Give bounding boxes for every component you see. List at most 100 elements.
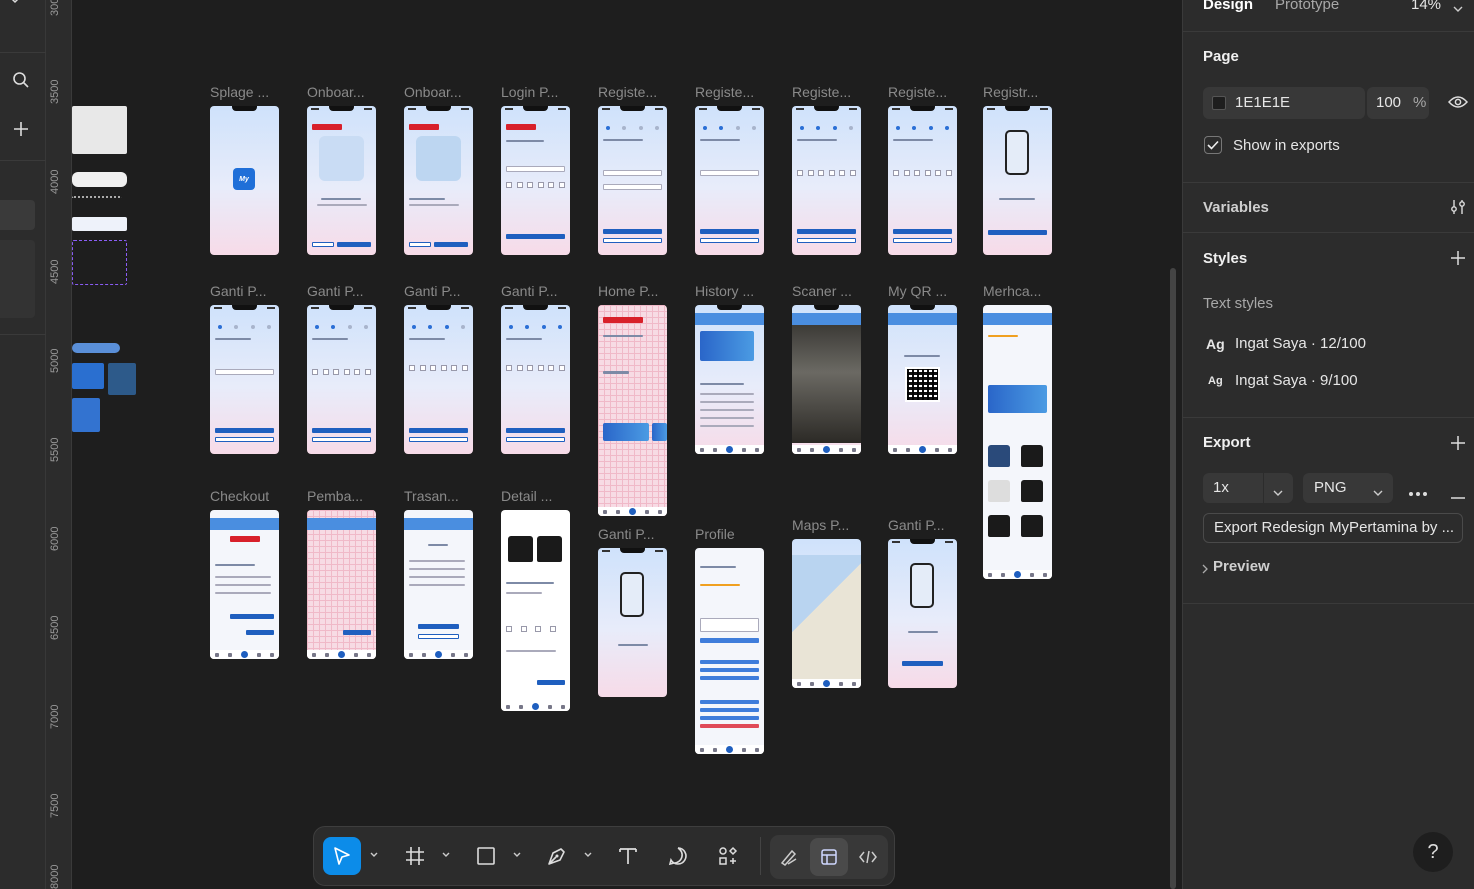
chevron-down-icon[interactable] xyxy=(9,0,23,8)
frame-label[interactable]: Ganti P... xyxy=(210,283,282,299)
layer-row[interactable] xyxy=(0,240,35,318)
frame-transaction[interactable] xyxy=(404,510,473,659)
component-navbar[interactable] xyxy=(72,172,127,187)
frame-label[interactable]: Registe... xyxy=(598,84,670,100)
frame-change-pin-4[interactable] xyxy=(501,305,570,454)
component-buttons[interactable] xyxy=(72,240,127,285)
export-scale-select[interactable]: 1x xyxy=(1203,473,1293,503)
frame-label[interactable]: Ganti P... xyxy=(307,283,379,299)
frame-label[interactable]: Login P... xyxy=(501,84,573,100)
frame-label[interactable]: Detail ... xyxy=(501,488,573,504)
actions-tool-icon[interactable] xyxy=(709,837,747,875)
frame-label[interactable]: Maps P... xyxy=(792,517,864,533)
design-mode-icon[interactable] xyxy=(810,838,848,876)
frame-register-3[interactable] xyxy=(792,106,861,255)
frame-profile[interactable] xyxy=(695,548,764,754)
component-stepper[interactable] xyxy=(72,196,122,206)
sliders-icon[interactable] xyxy=(1450,199,1466,220)
chevron-down-icon[interactable] xyxy=(1453,0,1463,18)
text-style-item[interactable]: Ag Ingat Saya · 12/100 xyxy=(1203,333,1455,357)
frame-label[interactable]: Profile xyxy=(695,526,767,542)
frame-change-pin-1[interactable] xyxy=(210,305,279,454)
frame-label[interactable]: Trasan... xyxy=(404,488,476,504)
frame-label[interactable]: Merhca... xyxy=(983,283,1055,299)
frame-label[interactable]: My QR ... xyxy=(888,283,960,299)
frame-maps[interactable] xyxy=(792,539,861,688)
component-card[interactable] xyxy=(72,398,100,432)
frame-change-pin-2[interactable] xyxy=(307,305,376,454)
chevron-down-icon[interactable] xyxy=(1273,484,1283,502)
frame-label[interactable]: Registe... xyxy=(888,84,960,100)
frame-onboarding-1[interactable] xyxy=(307,106,376,255)
opacity-value[interactable]: 100 xyxy=(1376,94,1401,111)
frame-history[interactable] xyxy=(695,305,764,454)
component-card[interactable] xyxy=(72,363,104,389)
frame-label[interactable]: Ganti P... xyxy=(501,283,573,299)
add-export-plus-icon[interactable] xyxy=(1450,435,1466,451)
component-pill[interactable] xyxy=(72,343,120,353)
frame-merchandise[interactable] xyxy=(983,305,1052,579)
draw-mode-icon[interactable] xyxy=(770,838,808,876)
frame-register-4[interactable] xyxy=(888,106,957,255)
tab-prototype[interactable]: Prototype xyxy=(1275,0,1339,13)
tab-design[interactable]: Design xyxy=(1203,0,1253,13)
frame-label[interactable]: Home P... xyxy=(598,283,670,299)
plus-icon[interactable] xyxy=(8,116,34,142)
move-tool-icon[interactable] xyxy=(323,837,361,875)
rectangle-tool-icon[interactable] xyxy=(467,837,505,875)
frame-label[interactable]: Splage ... xyxy=(210,84,282,100)
remove-export-minus-icon[interactable] xyxy=(1451,486,1465,504)
frame-label[interactable]: Scaner ... xyxy=(792,283,864,299)
pen-tool-icon[interactable] xyxy=(538,837,576,875)
chevron-down-icon[interactable] xyxy=(1373,484,1383,502)
frame-home[interactable] xyxy=(598,305,667,516)
frame-detail[interactable] xyxy=(501,510,570,711)
export-format-select[interactable]: PNG xyxy=(1303,473,1393,503)
export-button[interactable]: Export Redesign MyPertamina by ... xyxy=(1203,513,1463,543)
search-icon[interactable] xyxy=(8,67,34,93)
comment-tool-icon[interactable] xyxy=(659,837,697,875)
frame-onboarding-2[interactable] xyxy=(404,106,473,255)
frame-payment[interactable] xyxy=(307,510,376,659)
add-style-plus-icon[interactable] xyxy=(1450,250,1466,266)
frame-label[interactable]: Ganti P... xyxy=(598,526,670,542)
component-card[interactable] xyxy=(108,363,136,395)
frame-checkout[interactable] xyxy=(210,510,279,659)
zoom-level[interactable]: 14% xyxy=(1411,0,1441,13)
frame-register-2[interactable] xyxy=(695,106,764,255)
frame-register-1[interactable] xyxy=(598,106,667,255)
frame-change-pin-waiting[interactable] xyxy=(598,548,667,697)
component-set[interactable] xyxy=(72,106,127,154)
color-swatch[interactable] xyxy=(1212,96,1226,110)
frame-label[interactable]: History ... xyxy=(695,283,767,299)
section-title[interactable]: Variables xyxy=(1203,199,1269,216)
chevron-down-icon[interactable] xyxy=(512,850,522,860)
chevron-down-icon[interactable] xyxy=(369,850,379,860)
frame-my-qr[interactable] xyxy=(888,305,957,454)
text-style-item[interactable]: Ag Ingat Saya · 9/100 xyxy=(1203,370,1455,394)
frame-label[interactable]: Onboar... xyxy=(404,84,476,100)
chevron-down-icon[interactable] xyxy=(441,850,451,860)
layer-row-selected[interactable] xyxy=(0,200,35,230)
frame-label[interactable]: Pemba... xyxy=(307,488,379,504)
preview-toggle[interactable]: Preview xyxy=(1213,558,1270,575)
frame-change-pin-3[interactable] xyxy=(404,305,473,454)
help-button[interactable]: ? xyxy=(1413,832,1453,872)
fill-color-field[interactable]: 1E1E1E xyxy=(1203,87,1365,119)
frame-change-pin-success[interactable] xyxy=(888,539,957,688)
opacity-field[interactable]: 100 % xyxy=(1367,87,1429,119)
frame-splash[interactable]: My xyxy=(210,106,279,255)
more-options-icon[interactable] xyxy=(1408,484,1428,502)
frame-label[interactable]: Ganti P... xyxy=(888,517,960,533)
frame-register-success[interactable] xyxy=(983,106,1052,255)
frame-label[interactable]: Checkout xyxy=(210,488,282,504)
component-banner[interactable] xyxy=(72,217,127,231)
frame-label[interactable]: Registe... xyxy=(792,84,864,100)
dev-mode-icon[interactable] xyxy=(849,838,887,876)
component-text[interactable] xyxy=(72,293,122,309)
chevron-down-icon[interactable] xyxy=(583,850,593,860)
frame-scanner[interactable] xyxy=(792,305,861,454)
fill-hex[interactable]: 1E1E1E xyxy=(1235,94,1290,111)
design-canvas[interactable]: Splage ... Onboar... Onboar... Login P..… xyxy=(72,0,1182,889)
chevron-right-icon[interactable] xyxy=(1202,561,1208,579)
